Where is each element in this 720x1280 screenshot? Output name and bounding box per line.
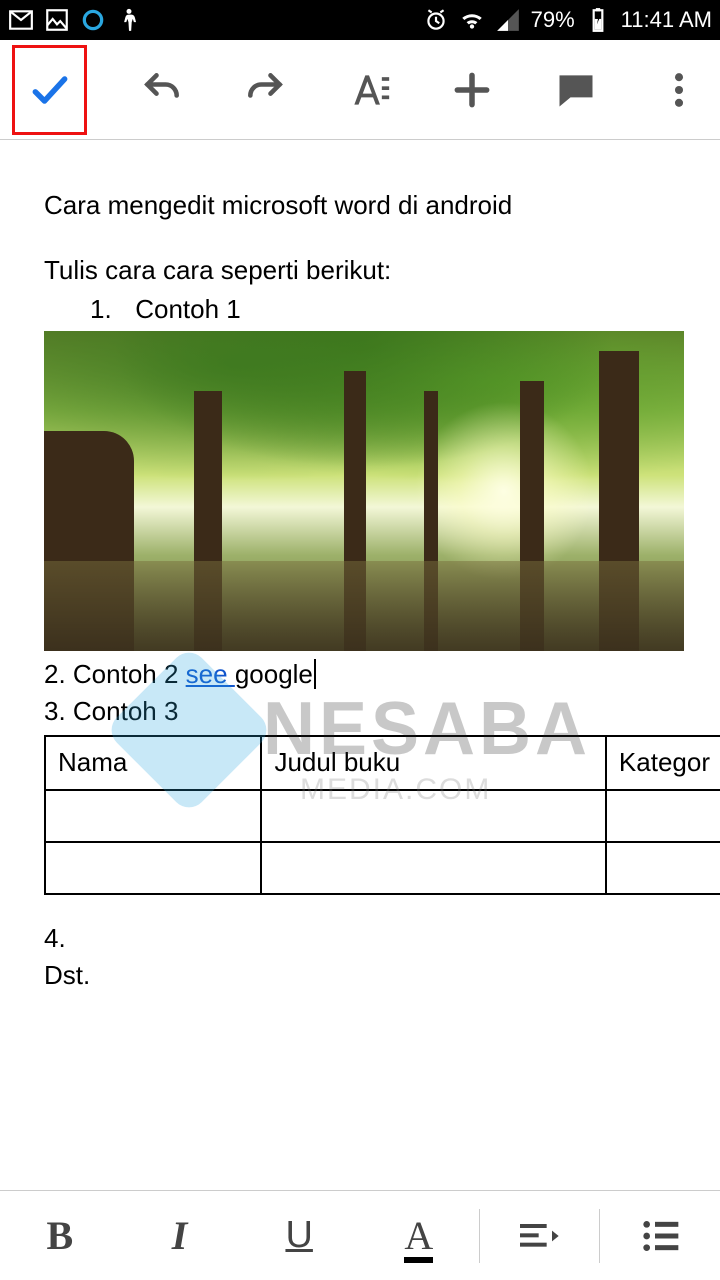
- document-table[interactable]: Nama Judul buku Kategor: [44, 735, 720, 894]
- undo-button[interactable]: [133, 55, 191, 125]
- comment-button[interactable]: [547, 55, 605, 125]
- text-color-button[interactable]: A: [359, 1191, 479, 1280]
- battery-percent: 79%: [531, 7, 575, 33]
- list-item-1-text: Contoh 1: [135, 294, 241, 324]
- table-cell[interactable]: [606, 790, 720, 842]
- alarm-icon: [423, 7, 449, 33]
- table-header-cell[interactable]: Nama: [45, 736, 261, 789]
- hyperlink-see[interactable]: see: [186, 659, 235, 689]
- insert-button[interactable]: [444, 55, 502, 125]
- paragraph-align-button[interactable]: [480, 1191, 600, 1280]
- table-cell[interactable]: [45, 842, 261, 894]
- table-cell[interactable]: [606, 842, 720, 894]
- table-row: [45, 790, 720, 842]
- document-canvas[interactable]: Cara mengedit microsoft word di android …: [0, 140, 720, 1190]
- redo-button[interactable]: [237, 55, 295, 125]
- android-status-bar: 79% 11:41 AM: [0, 0, 720, 40]
- doc-intro-line[interactable]: Tulis cara cara seperti berikut:: [44, 253, 684, 288]
- table-cell[interactable]: [261, 790, 605, 842]
- underline-button[interactable]: U: [239, 1191, 359, 1280]
- list-item-1[interactable]: 1. Contoh 1: [90, 292, 684, 327]
- wifi-icon: [459, 7, 485, 33]
- table-cell[interactable]: [261, 842, 605, 894]
- list-item-2-after: google: [235, 659, 316, 689]
- doc-title-line[interactable]: Cara mengedit microsoft word di android: [44, 188, 684, 223]
- embedded-image-forest[interactable]: [44, 331, 684, 651]
- list-item-2-prefix: 2. Contoh 2: [44, 659, 186, 689]
- dst-line[interactable]: Dst.: [44, 958, 684, 993]
- format-toolbar: B I U A: [0, 1190, 720, 1280]
- image-icon: [44, 7, 70, 33]
- cortana-icon: [80, 7, 106, 33]
- italic-button[interactable]: I: [120, 1191, 240, 1280]
- list-item-1-number: 1.: [90, 292, 128, 327]
- table-header-row: Nama Judul buku Kategor: [45, 736, 720, 789]
- overflow-menu-button[interactable]: [651, 55, 709, 125]
- accept-button[interactable]: [12, 45, 87, 135]
- table-row: [45, 842, 720, 894]
- editor-toolbar: [0, 40, 720, 140]
- bold-button[interactable]: B: [0, 1191, 120, 1280]
- list-item-2[interactable]: 2. Contoh 2 see google: [44, 657, 684, 692]
- clock-time: 11:41 AM: [621, 7, 712, 33]
- pedestrian-icon: [116, 7, 142, 33]
- mail-icon: [8, 7, 34, 33]
- list-item-4[interactable]: 4.: [44, 921, 684, 956]
- text-format-button[interactable]: [340, 55, 398, 125]
- bulleted-list-button[interactable]: [600, 1191, 720, 1280]
- table-header-cell[interactable]: Judul buku: [261, 736, 605, 789]
- battery-charging-icon: [585, 7, 611, 33]
- table-cell[interactable]: [45, 790, 261, 842]
- list-item-3[interactable]: 3. Contoh 3: [44, 694, 684, 729]
- cell-signal-icon: [495, 7, 521, 33]
- table-header-cell[interactable]: Kategor: [606, 736, 720, 789]
